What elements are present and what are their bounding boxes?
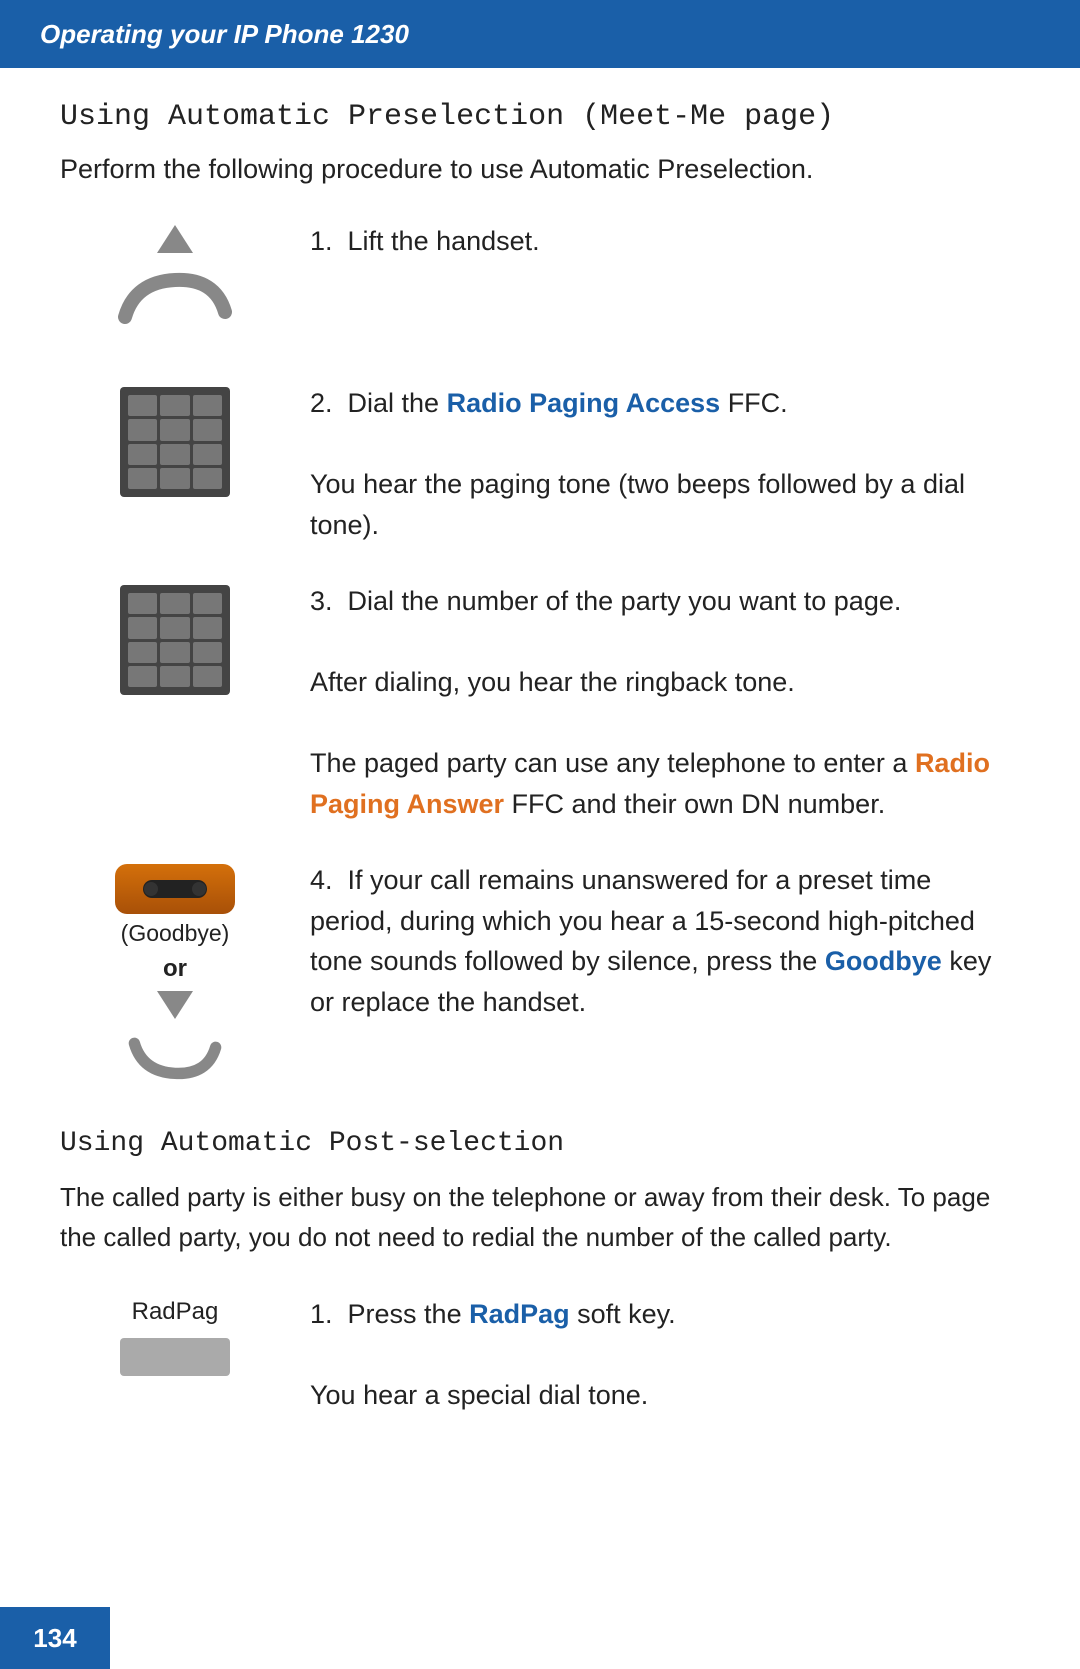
step2-number: 2. (310, 388, 348, 418)
key (128, 468, 157, 489)
step3-number: 3. (310, 586, 348, 616)
radpag-label: RadPag (132, 1298, 219, 1326)
step3-main: Dial the number of the party you want to… (348, 586, 902, 616)
step1-number: 1. (310, 226, 348, 256)
step3-icon (60, 581, 290, 695)
key (160, 666, 189, 687)
section2-step1-number: 1. (310, 1299, 348, 1329)
radio-paging-access-link: Radio Paging Access (447, 388, 721, 418)
section1-title: Using Automatic Preselection (Meet-Me pa… (60, 100, 1020, 134)
key (128, 395, 157, 416)
step4-text: 4. If your call remains unanswered for a… (290, 860, 1020, 1022)
key (160, 642, 189, 663)
softkey-button-icon (120, 1338, 230, 1376)
step3-sub2-after: FFC and their own DN number. (504, 789, 885, 819)
step2-sub: You hear the paging tone (two beeps foll… (310, 469, 965, 540)
section2-step-row-1: RadPag 1. Press the RadPag soft key. You… (60, 1294, 1020, 1416)
key (160, 617, 189, 638)
handset-icon (105, 257, 245, 347)
step-row-2: 2. Dial the Radio Paging Access FFC. You… (60, 383, 1020, 545)
key (193, 593, 222, 614)
section2-steps: RadPag 1. Press the RadPag soft key. You… (60, 1294, 1020, 1416)
section1-intro: Perform the following procedure to use A… (60, 154, 1020, 185)
section2-step1-sub: You hear a special dial tone. (310, 1380, 648, 1410)
section2-title: Using Automatic Post-selection (60, 1128, 1020, 1159)
handset-replace-icon (115, 1023, 235, 1088)
key (193, 617, 222, 638)
section2-step1-before: Press the (348, 1299, 470, 1329)
section2-step1-icon: RadPag (60, 1294, 290, 1376)
key (193, 419, 222, 440)
step3-sub1: After dialing, you hear the ringback ton… (310, 667, 795, 697)
key (160, 395, 189, 416)
step3-text: 3. Dial the number of the party you want… (290, 581, 1020, 824)
step4-number: 4. (310, 865, 348, 895)
section2-step1-text: 1. Press the RadPag soft key. You hear a… (290, 1294, 1020, 1416)
key (193, 468, 222, 489)
header-bar: Operating your IP Phone 1230 (0, 0, 1080, 68)
key (128, 419, 157, 440)
step1-text: 1. Lift the handset. (290, 221, 1020, 262)
step1-content: Lift the handset. (348, 226, 540, 256)
radpag-softkey-link: RadPag (469, 1299, 570, 1329)
key (128, 666, 157, 687)
steps-container: 1. Lift the handset. (60, 221, 1020, 1088)
step4-icon: (Goodbye) or (60, 860, 290, 1088)
section2-step1-after: soft key. (570, 1299, 676, 1329)
step-row-4: (Goodbye) or 4. If your call remains una… (60, 860, 1020, 1088)
key (128, 642, 157, 663)
key (193, 395, 222, 416)
or-label: or (163, 955, 187, 983)
key (193, 444, 222, 465)
step1-icon (60, 221, 290, 347)
goodbye-key-link: Goodbye (825, 946, 942, 976)
step-row-1: 1. Lift the handset. (60, 221, 1020, 347)
step2-icon (60, 383, 290, 497)
header-title: Operating your IP Phone 1230 (40, 19, 409, 49)
key (160, 593, 189, 614)
key (160, 419, 189, 440)
arrow-down-icon (157, 991, 193, 1019)
keypad-icon-1 (120, 387, 230, 497)
goodbye-button-icon (115, 864, 235, 914)
keypad-icon-2 (120, 585, 230, 695)
key (193, 666, 222, 687)
step2-text: 2. Dial the Radio Paging Access FFC. You… (290, 383, 1020, 545)
step2-before: Dial the (348, 388, 447, 418)
key (160, 444, 189, 465)
key (128, 617, 157, 638)
arrow-up-icon (157, 225, 193, 253)
key (160, 468, 189, 489)
footer-bar: 134 (0, 1607, 110, 1669)
goodbye-label: (Goodbye) (121, 920, 230, 947)
main-content: Using Automatic Preselection (Meet-Me pa… (0, 100, 1080, 1515)
key (193, 642, 222, 663)
key (128, 444, 157, 465)
page-number: 134 (33, 1623, 76, 1654)
step3-sub2-before: The paged party can use any telephone to… (310, 748, 915, 778)
step-row-3: 3. Dial the number of the party you want… (60, 581, 1020, 824)
key (128, 593, 157, 614)
goodbye-phone-svg (135, 872, 215, 906)
step2-after: FFC. (720, 388, 788, 418)
section2-description: The called party is either busy on the t… (60, 1177, 1020, 1258)
